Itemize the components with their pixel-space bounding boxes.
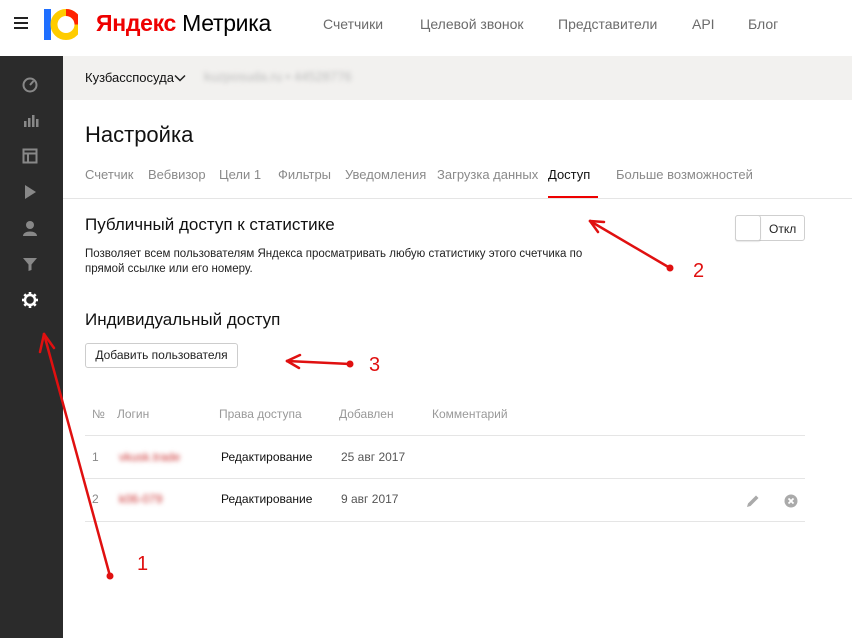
toggle-knob bbox=[735, 215, 761, 241]
logo-yandex: Яндекс bbox=[96, 10, 177, 36]
column-comment: Комментарий bbox=[432, 407, 508, 421]
row-rights: Редактирование bbox=[221, 450, 313, 464]
reports-icon[interactable] bbox=[21, 111, 39, 129]
column-number: № bbox=[92, 407, 105, 421]
delete-icon[interactable] bbox=[783, 493, 799, 509]
tab-counter[interactable]: Счетчик bbox=[85, 167, 134, 182]
edit-icon[interactable] bbox=[745, 493, 761, 509]
tab-webvisor[interactable]: Вебвизор bbox=[148, 167, 206, 182]
column-added: Добавлен bbox=[339, 407, 394, 421]
chevron-down-icon[interactable] bbox=[174, 74, 186, 82]
annotation-label-3: 3 bbox=[369, 354, 381, 376]
column-rights: Права доступа bbox=[219, 407, 302, 421]
row-added: 25 авг 2017 bbox=[341, 450, 406, 464]
row-number: 2 bbox=[92, 492, 99, 506]
public-access-title: Публичный доступ к статистике bbox=[85, 215, 335, 234]
nav-target-call[interactable]: Целевой звонок bbox=[420, 16, 524, 32]
row-login: vkusk.trade bbox=[119, 450, 181, 464]
webvisor-icon[interactable] bbox=[21, 183, 39, 201]
public-access-toggle[interactable]: Откл bbox=[735, 215, 805, 241]
sidebar bbox=[0, 56, 63, 638]
nav-api[interactable]: API bbox=[692, 16, 715, 32]
tab-notifications[interactable]: Уведомления bbox=[345, 167, 426, 182]
top-header: Яндекс Метрика Счетчики Целевой звонок П… bbox=[0, 0, 852, 50]
page-title: Настройка bbox=[85, 122, 194, 147]
settings-icon[interactable] bbox=[21, 291, 39, 309]
row-added: 9 авг 2017 bbox=[341, 492, 399, 506]
annotation-label-2: 2 bbox=[693, 260, 705, 282]
add-user-button[interactable]: Добавить пользователя bbox=[85, 343, 238, 368]
menu-icon[interactable] bbox=[14, 17, 28, 29]
nav-agencies[interactable]: Представители bbox=[558, 16, 657, 32]
counter-selector[interactable]: Кузбасспосуда bbox=[85, 70, 174, 85]
audience-icon[interactable] bbox=[21, 219, 39, 237]
filter-icon[interactable] bbox=[21, 255, 39, 273]
metrika-logo-icon bbox=[44, 9, 78, 40]
nav-counters[interactable]: Счетчики bbox=[323, 16, 383, 32]
logo-text[interactable]: Яндекс Метрика bbox=[96, 10, 271, 37]
public-access-description: Позволяет всем пользователям Яндекса про… bbox=[85, 248, 583, 275]
logo-metrika: Метрика bbox=[182, 10, 271, 36]
toggle-label: Откл bbox=[769, 222, 797, 236]
row-number: 1 bbox=[92, 450, 99, 464]
column-login: Логин bbox=[117, 407, 150, 421]
tab-access[interactable]: Доступ bbox=[548, 167, 590, 182]
nav-blog[interactable]: Блог bbox=[748, 16, 778, 32]
counter-bar: Кузбасспосуда kuzposuda.ru • 44528776 bbox=[63, 56, 852, 100]
row-login: k06-079 bbox=[119, 492, 163, 506]
table-header-divider bbox=[85, 435, 805, 436]
tab-data-upload[interactable]: Загрузка данных bbox=[437, 167, 538, 182]
metrika-page: Яндекс Метрика Счетчики Целевой звонок П… bbox=[0, 0, 852, 638]
tab-more[interactable]: Больше возможностей bbox=[616, 167, 753, 182]
individual-access-title: Индивидуальный доступ bbox=[85, 310, 281, 329]
row-divider bbox=[85, 521, 805, 522]
row-divider bbox=[85, 478, 805, 479]
counter-info: kuzposuda.ru • 44528776 bbox=[204, 69, 352, 84]
annotation-label-1: 1 bbox=[137, 553, 149, 575]
tabs-divider bbox=[63, 198, 852, 199]
dashboard-icon[interactable] bbox=[21, 75, 39, 93]
tab-goals[interactable]: Цели 1 bbox=[219, 167, 261, 182]
row-rights: Редактирование bbox=[221, 492, 313, 506]
summary-icon[interactable] bbox=[21, 147, 39, 165]
tab-filters[interactable]: Фильтры bbox=[278, 167, 331, 182]
